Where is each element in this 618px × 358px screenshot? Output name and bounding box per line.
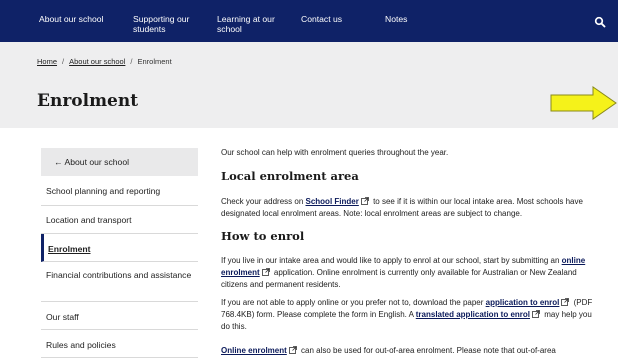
paper-application-paragraph: If you are not able to apply online or y…: [221, 297, 596, 333]
search-icon[interactable]: [594, 16, 606, 28]
school-finder-link[interactable]: School Finder: [306, 197, 359, 206]
external-link-icon: [561, 298, 570, 306]
text: application. Online enrolment is current…: [221, 268, 577, 289]
sidebar-item-rules-policies[interactable]: Rules and policies: [41, 330, 198, 358]
local-area-paragraph: Check your address on School Finder to s…: [221, 196, 596, 220]
sidebar-item-enrolment[interactable]: Enrolment: [41, 234, 198, 262]
out-of-area-paragraph: Online enrolment can also be used for ou…: [221, 345, 596, 357]
breadcrumb-separator: /: [62, 57, 65, 66]
nav-contact-us[interactable]: Contact us: [301, 14, 342, 24]
nav-supporting-our-students[interactable]: Supporting our students: [133, 14, 205, 34]
breadcrumb: Home / About our school / Enrolment: [37, 57, 172, 66]
page-title: Enrolment: [37, 91, 139, 111]
external-link-icon: [532, 310, 540, 318]
breadcrumb-current: Enrolment: [137, 57, 172, 66]
text: Check your address on: [221, 197, 306, 206]
nav-about-our-school[interactable]: About our school: [39, 14, 104, 24]
text: can also be used for out-of-area enrolme…: [298, 346, 556, 355]
how-to-enrol-paragraph: If you live in our intake area and would…: [221, 255, 596, 291]
text: If you live in our intake area and would…: [221, 256, 562, 265]
sidebar-item-financial-contributions[interactable]: Financial contributions and assistance: [41, 262, 198, 302]
external-link-icon: [288, 346, 297, 354]
external-link-icon: [261, 268, 270, 276]
breadcrumb-home-link[interactable]: Home: [37, 57, 57, 66]
sidebar-item-school-planning[interactable]: School planning and reporting: [41, 178, 198, 206]
intro-paragraph: Our school can help with enrolment queri…: [221, 148, 449, 157]
breadcrumb-separator: /: [130, 57, 133, 66]
application-to-enrol-link[interactable]: application to enrol: [486, 298, 560, 307]
breadcrumb-parent-link[interactable]: About our school: [69, 57, 125, 66]
nav-learning-at-our-school[interactable]: Learning at our school: [217, 14, 285, 34]
nav-notes[interactable]: Notes: [385, 14, 407, 24]
heading-local-enrolment-area: Local enrolment area: [221, 169, 359, 183]
external-link-icon: [360, 197, 369, 205]
sidebar-item-location-transport[interactable]: Location and transport: [41, 206, 198, 234]
heading-how-to-enrol: How to enrol: [221, 229, 305, 243]
arrow-annotation-icon: [550, 86, 617, 120]
translated-application-link[interactable]: translated application to enrol: [416, 310, 530, 319]
online-enrolment-link-2[interactable]: Online enrolment: [221, 346, 287, 355]
text: If you are not able to apply online or y…: [221, 298, 486, 307]
page-header-band: [0, 42, 618, 128]
top-navigation: About our school Supporting our students…: [0, 0, 618, 42]
sidebar-item-our-staff[interactable]: Our staff: [41, 302, 198, 330]
sidebar-back-link[interactable]: ← About our school: [41, 148, 198, 176]
